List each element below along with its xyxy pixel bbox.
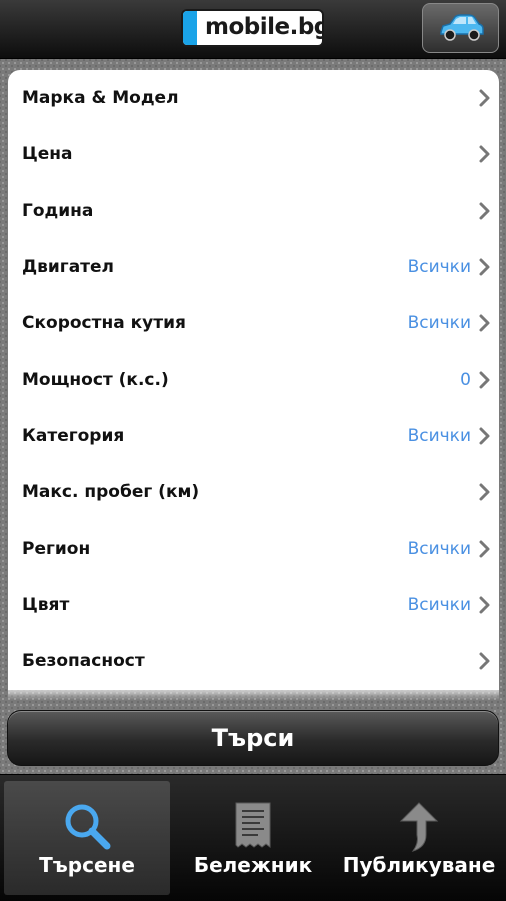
chevron-right-icon	[479, 652, 490, 670]
filter-label: Макс. пробег (км)	[22, 482, 200, 503]
filter-value: Всички	[407, 257, 471, 278]
filter-label: Категория	[22, 425, 125, 446]
car-button[interactable]	[422, 3, 499, 53]
filter-row-gearbox[interactable]: Скоростна кутия Всички	[8, 295, 499, 351]
filter-value: 0	[460, 369, 471, 390]
filter-row-safety[interactable]: Безопасност	[8, 633, 499, 689]
filter-value: Всички	[407, 313, 471, 334]
filter-row-power[interactable]: Мощност (к.с.) 0	[8, 351, 499, 407]
logo-text: mobile.bg	[205, 14, 324, 40]
upload-arrow-icon	[399, 802, 439, 852]
filter-label: Марка & Модел	[22, 88, 179, 109]
chevron-right-icon	[479, 202, 490, 220]
filter-label: Цвят	[22, 594, 70, 615]
chevron-right-icon	[479, 540, 490, 558]
filter-label: Регион	[22, 538, 91, 559]
filter-label: Двигател	[22, 257, 114, 278]
car-icon	[440, 14, 484, 41]
chevron-right-icon	[479, 596, 490, 614]
filter-row-make-model[interactable]: Марка & Модел	[8, 70, 499, 126]
chevron-right-icon	[479, 427, 490, 445]
tab-label: Търсене	[39, 853, 135, 877]
bottom-tab-bar: Търсене Бележник Публикуване	[0, 774, 506, 901]
filter-value: Всички	[407, 594, 471, 615]
chevron-right-icon	[479, 258, 490, 276]
filter-row-max-mileage[interactable]: Макс. пробег (км)	[8, 464, 499, 520]
tab-label: Публикуване	[342, 853, 496, 877]
list-scroll-fade	[8, 686, 499, 700]
filter-list: Марка & Модел Цена Година Двигател Всичк…	[8, 70, 499, 690]
top-bar: mobile.bg	[0, 0, 506, 59]
filter-label: Безопасност	[22, 651, 145, 672]
filter-row-engine[interactable]: Двигател Всички	[8, 239, 499, 295]
filter-label: Мощност (к.с.)	[22, 369, 169, 390]
tab-notebook[interactable]: Бележник	[170, 781, 336, 895]
mobile-bg-logo[interactable]: mobile.bg	[181, 9, 324, 47]
chevron-right-icon	[479, 145, 490, 163]
filter-value: Всички	[407, 538, 471, 559]
filter-label: Година	[22, 200, 94, 221]
tab-publish[interactable]: Публикуване	[336, 781, 502, 895]
filter-value: Всички	[407, 425, 471, 446]
filter-label: Цена	[22, 144, 73, 165]
chevron-right-icon	[479, 483, 490, 501]
filter-row-price[interactable]: Цена	[8, 126, 499, 182]
filter-label: Скоростна кутия	[22, 313, 186, 334]
chevron-right-icon	[479, 371, 490, 389]
magnifier-icon	[65, 804, 111, 850]
filter-row-year[interactable]: Година	[8, 183, 499, 239]
filter-row-category[interactable]: Категория Всички	[8, 408, 499, 464]
receipt-icon	[235, 802, 271, 848]
filter-row-color[interactable]: Цвят Всички	[8, 577, 499, 633]
search-button[interactable]: Търси	[7, 710, 499, 766]
filter-row-region[interactable]: Регион Всички	[8, 520, 499, 576]
tab-search[interactable]: Търсене	[4, 781, 170, 895]
chevron-right-icon	[479, 89, 490, 107]
logo-mark	[183, 11, 197, 45]
tab-label: Бележник	[193, 853, 313, 877]
chevron-right-icon	[479, 314, 490, 332]
